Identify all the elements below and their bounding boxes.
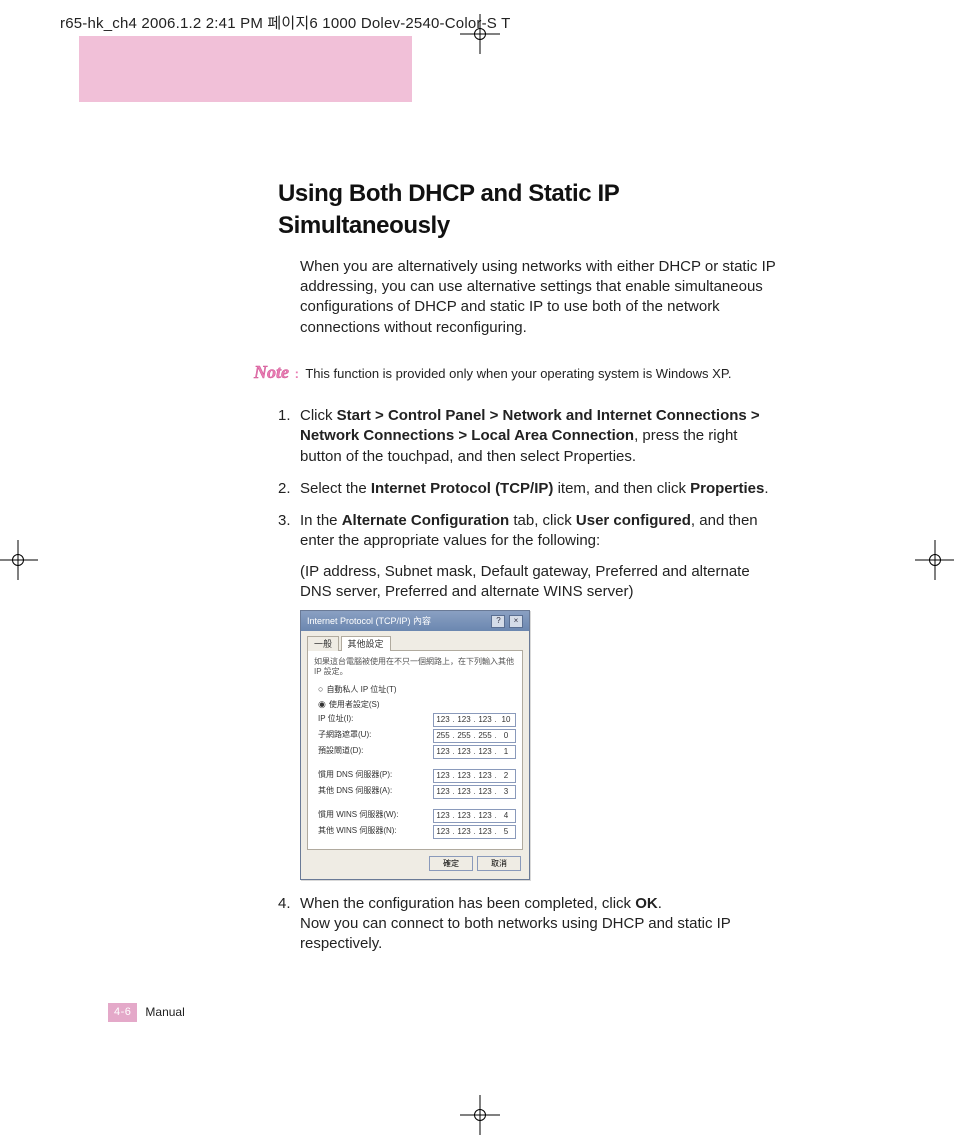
registration-mark-icon (460, 1095, 500, 1135)
dialog-footer: 確定 取消 (301, 856, 529, 879)
step-bold: Internet Protocol (TCP/IP) (371, 480, 554, 497)
gw-input[interactable]: 123.123.123.1 (433, 745, 516, 759)
help-icon[interactable]: ? (491, 615, 505, 628)
label-ip: IP 位址(I): (314, 714, 353, 725)
print-header-strip: r65-hk_ch4 2006.1.2 2:41 PM 페이지6 1000 Do… (60, 14, 510, 34)
step-sub: Now you can connect to both networks usi… (300, 914, 782, 955)
row-dns1: 慣用 DNS 伺服器(P): 123.123.123.2 (314, 769, 516, 783)
step-bold: User configured (576, 512, 691, 529)
step-text: . (658, 895, 662, 912)
step-text: item, and then click (553, 480, 690, 497)
row-ip: IP 位址(I): 123.123.123.10 (314, 713, 516, 727)
row-wins2: 其他 WINS 伺服器(N): 123.123.123.5 (314, 825, 516, 839)
note-separator-icon: : (295, 366, 298, 381)
close-icon[interactable]: × (509, 615, 523, 628)
step-text: In the (300, 512, 342, 529)
note-label: Note (254, 360, 289, 384)
ok-button[interactable]: 確定 (429, 856, 473, 871)
step-sub: (IP address, Subnet mask, Default gatewa… (300, 562, 782, 603)
row-gw: 預設閘道(D): 123.123.123.1 (314, 745, 516, 759)
step-bold: OK (635, 895, 658, 912)
label-dns2: 其他 DNS 伺服器(A): (314, 786, 392, 797)
step-4: When the configuration has been complete… (300, 894, 782, 955)
mask-input[interactable]: 255.255.255.0 (433, 729, 516, 743)
steps-list: Click Start > Control Panel > Network an… (278, 406, 782, 954)
step-3: In the Alternate Configuration tab, clic… (300, 511, 782, 880)
intro-paragraph: When you are alternatively using network… (300, 257, 782, 338)
registration-mark-icon (460, 14, 500, 54)
step-text: Click (300, 407, 337, 424)
wins2-input[interactable]: 123.123.123.5 (433, 825, 516, 839)
step-text: . (764, 480, 768, 497)
radio-auto-ip[interactable]: 自動私人 IP 位址(T) (314, 683, 516, 696)
note-line: Note : This function is provided only wh… (254, 360, 782, 384)
label-wins2: 其他 WINS 伺服器(N): (314, 826, 397, 837)
dialog-description: 如果這台電腦被使用在不只一個網路上，在下列輸入其他 IP 設定。 (314, 657, 516, 677)
tab-alternate[interactable]: 其他設定 (341, 636, 391, 651)
dialog-body: 如果這台電腦被使用在不只一個網路上，在下列輸入其他 IP 設定。 自動私人 IP… (307, 650, 523, 850)
registration-mark-icon (0, 540, 38, 580)
step-text: Select the (300, 480, 371, 497)
step-2: Select the Internet Protocol (TCP/IP) it… (300, 479, 782, 499)
step-text: tab, click (509, 512, 576, 529)
page-content: Using Both DHCP and Static IP Simultaneo… (278, 178, 782, 967)
dns2-input[interactable]: 123.123.123.3 (433, 785, 516, 799)
wins1-input[interactable]: 123.123.123.4 (433, 809, 516, 823)
ip-input[interactable]: 123.123.123.10 (433, 713, 516, 727)
dialog-titlebar: Internet Protocol (TCP/IP) 內容 ? × (301, 611, 529, 631)
dialog-title-text: Internet Protocol (TCP/IP) 內容 (307, 615, 431, 627)
row-mask: 子網路遮罩(U): 255.255.255.0 (314, 729, 516, 743)
decorative-header-block (79, 36, 412, 102)
page-title: Using Both DHCP and Static IP Simultaneo… (278, 178, 782, 243)
dns1-input[interactable]: 123.123.123.2 (433, 769, 516, 783)
step-text: When the configuration has been complete… (300, 895, 635, 912)
step-bold: Properties (690, 480, 764, 497)
label-dns1: 慣用 DNS 伺服器(P): (314, 770, 392, 781)
registration-mark-icon (915, 540, 954, 580)
footer-label: Manual (145, 1004, 184, 1020)
label-mask: 子網路遮罩(U): (314, 730, 371, 741)
page-footer: 4-6 Manual (108, 1003, 185, 1022)
cancel-button[interactable]: 取消 (477, 856, 521, 871)
tcpip-properties-dialog: Internet Protocol (TCP/IP) 內容 ? × 一般 其他設… (300, 610, 530, 880)
label-gw: 預設閘道(D): (314, 746, 363, 757)
step-1: Click Start > Control Panel > Network an… (300, 406, 782, 467)
row-wins1: 慣用 WINS 伺服器(W): 123.123.123.4 (314, 809, 516, 823)
page-number-badge: 4-6 (108, 1003, 137, 1022)
dialog-tabs: 一般 其他設定 (301, 631, 529, 650)
step-bold: Alternate Configuration (342, 512, 510, 529)
label-wins1: 慣用 WINS 伺服器(W): (314, 810, 398, 821)
tab-general[interactable]: 一般 (307, 636, 339, 651)
row-dns2: 其他 DNS 伺服器(A): 123.123.123.3 (314, 785, 516, 799)
note-text: This function is provided only when your… (305, 366, 731, 381)
radio-user-configured[interactable]: 使用者設定(S) (314, 698, 516, 711)
